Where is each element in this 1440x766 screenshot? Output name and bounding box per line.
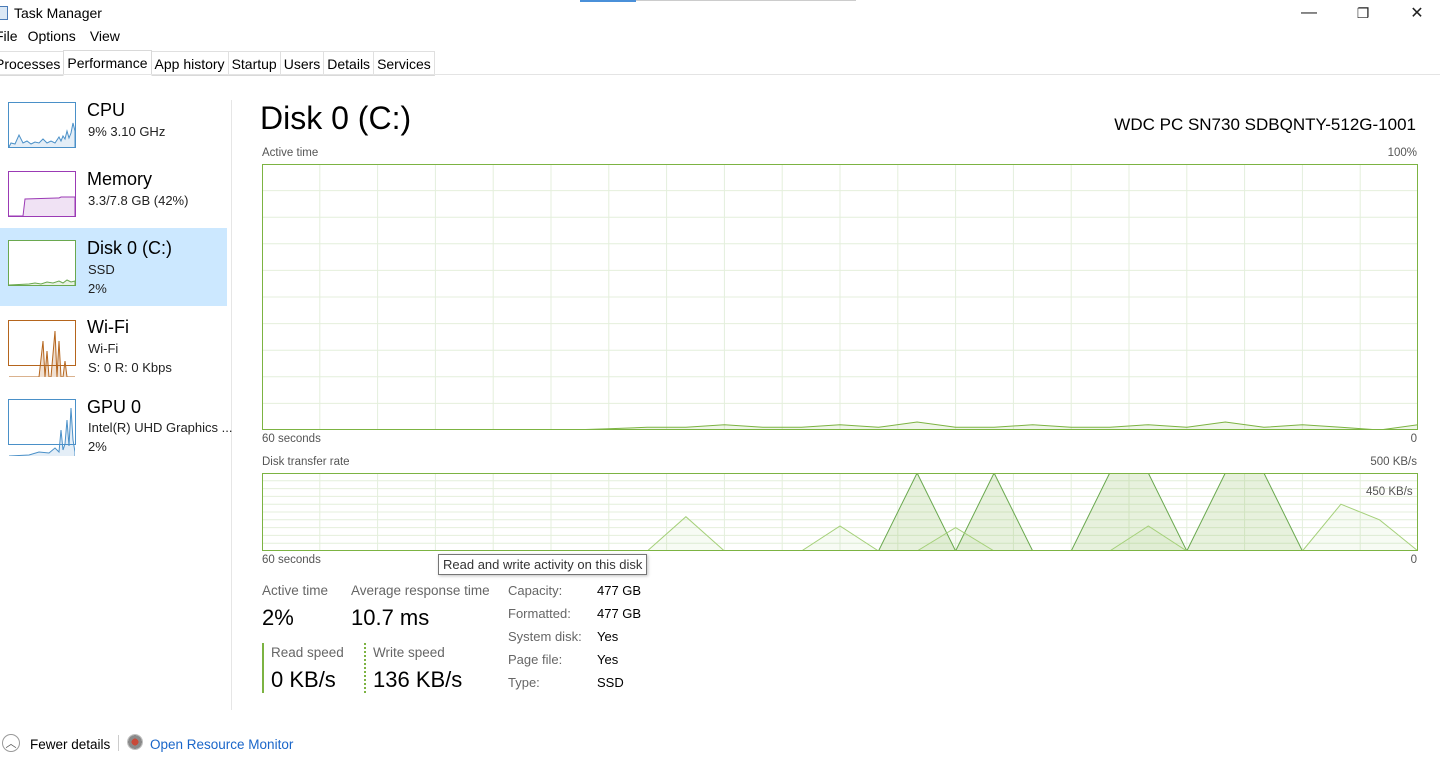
tooltip: Read and write activity on this disk (438, 554, 648, 575)
top-indicator-line (636, 0, 856, 1)
sidebar-item-detail: 9% 3.10 GHz (88, 124, 166, 139)
resource-monitor-icon (127, 734, 143, 750)
read-speed-value: 0 KB/s (271, 667, 336, 692)
menu-bar: File Options View (0, 28, 120, 48)
sidebar-item-detail: Intel(R) UHD Graphics ... (88, 420, 233, 435)
sidebar-item-label: CPU (87, 100, 126, 120)
sidebar-item-value: 2% (88, 439, 107, 454)
active-time-chart-label: Active time (262, 147, 319, 159)
title-bar: Task Manager — ❐ ✕ (0, 0, 1440, 26)
active-time-x-right-label: 0 (1410, 433, 1417, 445)
active-time-chart (262, 164, 1419, 431)
tab-performance[interactable]: Performance (63, 50, 152, 76)
transfer-chart-label: Disk transfer rate (262, 456, 350, 468)
transfer-chart (262, 471, 1419, 553)
menu-options[interactable]: Options (28, 28, 76, 48)
active-time-max-label: 100% (1387, 147, 1417, 159)
tab-startup[interactable]: Startup (227, 51, 281, 76)
sidebar-item-value: S: 0 R: 0 Kbps (88, 360, 172, 375)
sidebar-item-label: Disk 0 (C:) (87, 238, 172, 258)
restore-button[interactable]: ❐ (1336, 0, 1390, 26)
disk-thumbnail-graph (8, 240, 76, 286)
avg-response-label: Average response time (351, 583, 490, 598)
footer-divider (118, 735, 119, 751)
sidebar-item-detail: Wi-Fi (88, 341, 119, 356)
system-disk-label: System disk: (508, 629, 582, 644)
wifi-thumbnail-graph (8, 320, 76, 377)
open-resource-monitor-link[interactable]: Open Resource Monitor (150, 737, 293, 752)
sidebar-item-gpu[interactable]: GPU 0 Intel(R) UHD Graphics ... 2% (0, 388, 232, 466)
type-value: SSD (597, 675, 624, 690)
sidebar-item-wifi[interactable]: Wi-Fi Wi-Fi S: 0 R: 0 Kbps (0, 309, 227, 387)
read-speed-indicator (262, 643, 264, 693)
chart-grid (262, 164, 1418, 430)
window-title: Task Manager (14, 5, 102, 21)
transfer-x-right-label: 0 (1410, 554, 1417, 566)
fewer-details-link[interactable]: Fewer details (30, 737, 110, 752)
write-speed-label: Write speed (373, 645, 445, 660)
chevron-up-icon[interactable]: ︿ (2, 734, 20, 752)
task-manager-icon (0, 6, 8, 20)
tab-bar: Processes Performance App history Startu… (0, 50, 435, 76)
sidebar-item-label: GPU 0 (87, 397, 142, 417)
disk-model: WDC PC SN730 SDBQNTY-512G-1001 (1114, 115, 1416, 134)
top-indicator (580, 0, 636, 2)
sidebar-item-label: Wi-Fi (87, 317, 129, 337)
tab-details[interactable]: Details (323, 51, 375, 76)
sidebar-item-detail: 3.3/7.8 GB (42%) (88, 193, 189, 208)
formatted-value: 477 GB (597, 606, 642, 621)
minimize-button[interactable]: — (1282, 0, 1336, 26)
tab-app-history[interactable]: App history (150, 51, 229, 76)
avg-response-value: 10.7 ms (351, 605, 430, 630)
sidebar-item-detail: SSD (88, 262, 115, 277)
write-speed-indicator (364, 643, 366, 693)
tab-divider (0, 74, 1440, 75)
tab-users[interactable]: Users (279, 51, 325, 76)
sidebar-item-disk[interactable]: Disk 0 (C:) SSD 2% (0, 228, 227, 306)
page-title: Disk 0 (C:) (260, 100, 412, 136)
read-speed-label: Read speed (271, 645, 344, 660)
transfer-max-label: 500 KB/s (1370, 456, 1417, 468)
write-speed-value: 136 KB/s (373, 667, 463, 692)
capacity-value: 477 GB (597, 583, 642, 598)
type-label: Type: (508, 675, 540, 690)
sidebar-item-label: Memory (87, 169, 153, 189)
tab-processes[interactable]: Processes (0, 51, 65, 76)
close-button[interactable]: ✕ (1390, 0, 1440, 26)
sidebar-item-value: 2% (88, 281, 107, 296)
cpu-thumbnail-graph (8, 102, 76, 148)
page-file-label: Page file: (508, 652, 563, 667)
capacity-label: Capacity: (508, 583, 563, 598)
system-disk-value: Yes (597, 629, 619, 644)
memory-thumbnail-graph (8, 171, 76, 217)
sidebar-divider (231, 100, 232, 710)
formatted-label: Formatted: (508, 606, 571, 621)
menu-view[interactable]: View (90, 28, 120, 48)
active-time-x-left-label: 60 seconds (262, 433, 321, 445)
menu-file[interactable]: File (0, 28, 18, 48)
active-time-value: 2% (262, 605, 294, 630)
sidebar-item-cpu[interactable]: CPU 9% 3.10 GHz (0, 92, 227, 170)
gpu-thumbnail-graph (8, 399, 76, 456)
page-file-value: Yes (597, 652, 619, 667)
tab-services[interactable]: Services (373, 51, 435, 76)
transfer-inner-label: 450 KB/s (1366, 486, 1413, 498)
transfer-x-left-label: 60 seconds (262, 554, 321, 566)
active-time-label: Active time (262, 583, 329, 598)
